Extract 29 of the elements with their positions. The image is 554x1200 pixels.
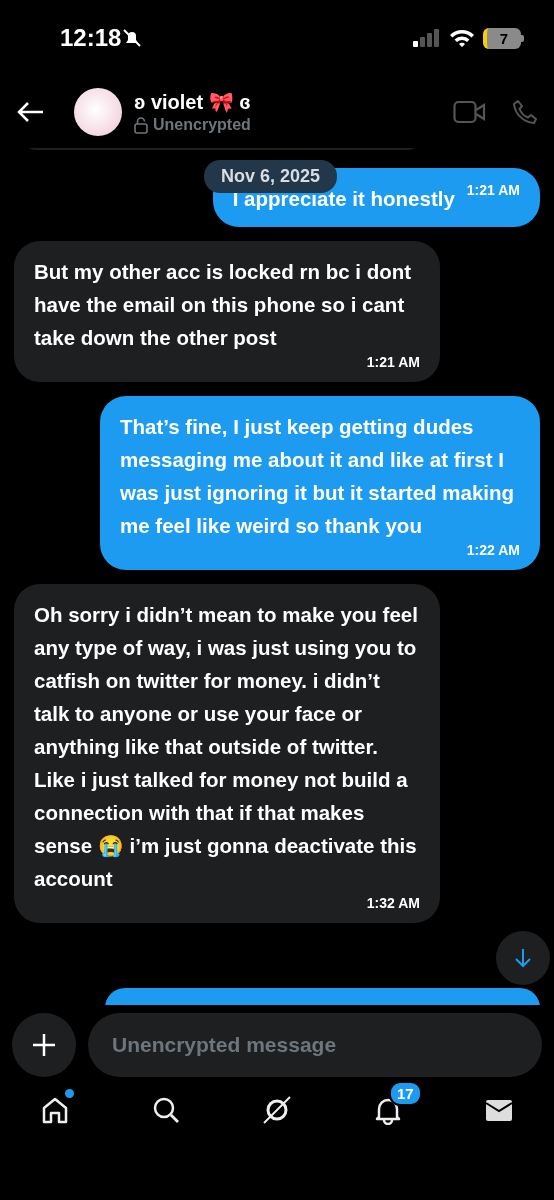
signal-icon bbox=[413, 29, 441, 47]
message-time: 1:22 AM bbox=[466, 542, 520, 558]
message-text: Oh sorry i didn’t mean to make you feel any type of way, i was just using you to catfish on twitter for money. i didn’t talk to anyone or use your face or anything like that outside of twitter. Like i just talked for money not build a connection with that if that makes sense 😭 i’m just gonna deactivate this account bbox=[34, 602, 419, 892]
message-time: 1:21 AM bbox=[466, 182, 520, 198]
wifi-icon bbox=[449, 28, 475, 48]
avatar[interactable] bbox=[74, 88, 122, 136]
battery-indicator: 7 bbox=[483, 27, 521, 49]
message-text: That’s fine, I just keep getting dudes messaging me about it and like at first I was just ignoring it but it started making me feel like weird so thank you bbox=[120, 414, 516, 539]
unlocked-padlock-icon bbox=[134, 116, 148, 134]
plus-icon bbox=[32, 1033, 56, 1057]
down-arrow-icon bbox=[514, 948, 532, 968]
clock: 12:18 bbox=[60, 24, 122, 52]
phone-icon[interactable] bbox=[512, 99, 538, 125]
home-icon[interactable] bbox=[40, 1095, 70, 1125]
contact-name[interactable]: ʚ violet 🎀 ɞ bbox=[134, 90, 251, 114]
message-bubble[interactable] bbox=[14, 584, 440, 923]
back-arrow-icon[interactable] bbox=[16, 101, 44, 123]
video-camera-icon[interactable] bbox=[453, 100, 486, 124]
slashed-circle-icon[interactable] bbox=[262, 1095, 292, 1125]
notification-count-badge: 17 bbox=[389, 1081, 422, 1106]
message-time: 1:21 AM bbox=[366, 354, 420, 370]
message-input[interactable]: Unencrypted message bbox=[88, 1013, 542, 1077]
message-text: But my other acc is locked rn bc i dont have the email on this phone so i cant take down the other post bbox=[34, 259, 413, 351]
message-bubble[interactable]: But my other acc is locked rn bc i dont have the email on this phone so i cant take down the other post 1:21 AM bbox=[14, 241, 440, 382]
scroll-down-button[interactable] bbox=[496, 931, 550, 985]
message-time: 1:32 AM bbox=[366, 895, 420, 911]
search-icon[interactable] bbox=[151, 1095, 181, 1125]
encryption-status: Unencrypted bbox=[153, 116, 251, 134]
date-divider: Nov 6, 2025 bbox=[204, 160, 338, 193]
